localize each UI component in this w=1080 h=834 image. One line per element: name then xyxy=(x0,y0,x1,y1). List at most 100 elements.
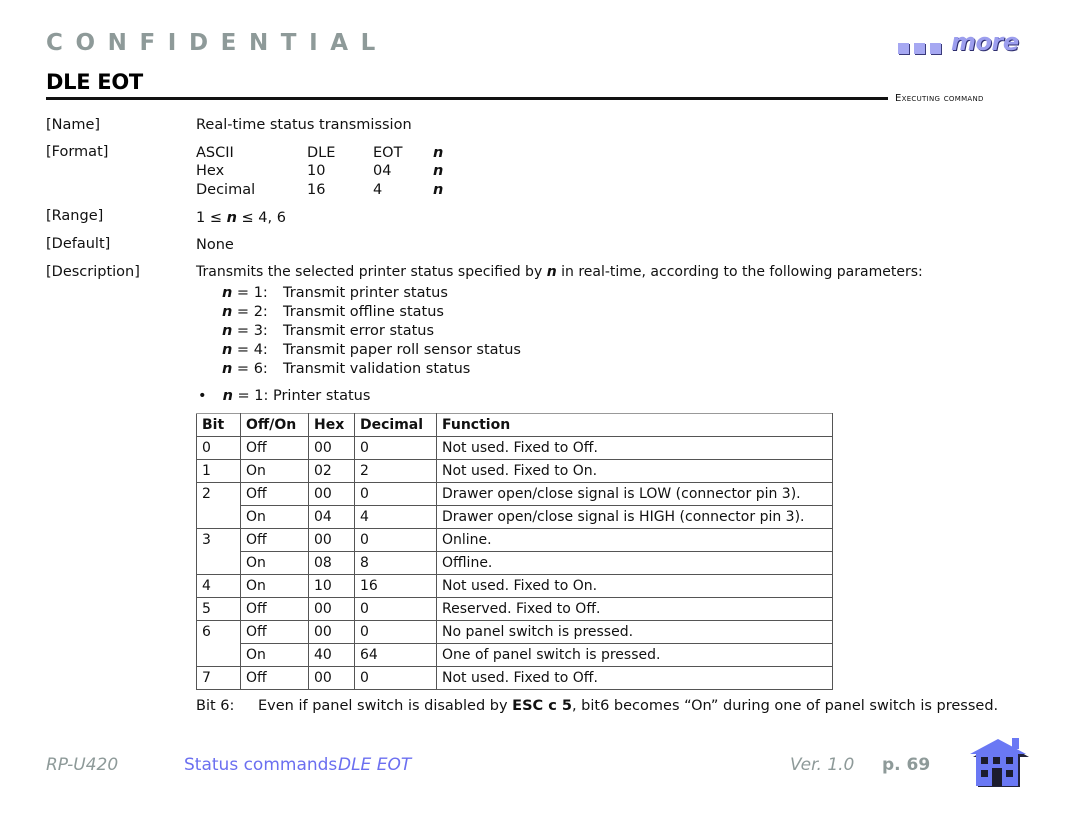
cell-state: Off xyxy=(240,620,309,644)
cell-state: On xyxy=(240,643,309,667)
name-value: Real-time status transmission xyxy=(196,117,412,133)
param-key: = 3: xyxy=(232,323,268,339)
cell-function: One of panel switch is pressed. xyxy=(436,643,833,667)
param-text: Transmit error status xyxy=(283,323,435,339)
cell-decimal: 64 xyxy=(354,643,437,667)
note-key: Bit 6: xyxy=(196,698,235,714)
param-item: n = 2: Transmit offline status xyxy=(222,304,444,320)
format-byte2: 4 xyxy=(373,182,383,198)
page-title: DLE EOT xyxy=(46,70,143,94)
cell-state: Off xyxy=(240,666,309,690)
cell-hex: 00 xyxy=(308,482,355,506)
param-key: = 2: xyxy=(232,304,268,320)
param-item: n = 1: Transmit printer status xyxy=(222,285,448,301)
param-item: n = 4: Transmit paper roll sensor status xyxy=(222,342,521,358)
range-post: ≤ 4, 6 xyxy=(236,210,286,226)
table-row: 5 Off 00 0 Reserved. Fixed to Off. xyxy=(196,597,833,621)
cell-hex: 00 xyxy=(308,666,355,690)
format-row-decimal: Decimal 16 4 n xyxy=(196,182,443,198)
param-n: n xyxy=(222,304,233,320)
printer-status-table: Bit Off/On Hex Decimal Function 0 Off 00… xyxy=(196,413,833,690)
param-text: Transmit paper roll sensor status xyxy=(283,342,521,358)
cell-hex: 00 xyxy=(308,528,355,552)
subsection-bullet: • n = 1: Printer status xyxy=(198,388,370,404)
home-icon[interactable] xyxy=(968,735,1030,789)
format-kind: ASCII xyxy=(196,145,234,161)
param-text: Transmit offline status xyxy=(283,304,444,320)
cell-function: Reserved. Fixed to Off. xyxy=(436,597,833,621)
table-row: 7 Off 00 0 Not used. Fixed to Off. xyxy=(196,666,833,690)
cell-state: On xyxy=(240,551,309,575)
table-row: 1 On 02 2 Not used. Fixed to On. xyxy=(196,459,833,483)
heading-divider xyxy=(46,97,888,100)
format-label: [Format] xyxy=(46,144,109,160)
bit6-note: Bit 6: Even if panel switch is disabled … xyxy=(196,698,998,714)
cell-decimal: 8 xyxy=(354,551,437,575)
cell-bit: 6 xyxy=(196,620,241,644)
column-header-bit: Bit xyxy=(196,413,241,437)
column-header-hex: Hex xyxy=(308,413,355,437)
default-value: None xyxy=(196,237,234,253)
cell-state: Off xyxy=(240,597,309,621)
cell-function: Drawer open/close signal is LOW (connect… xyxy=(436,482,833,506)
cell-decimal: 0 xyxy=(354,436,437,460)
format-byte1: 16 xyxy=(307,182,326,198)
cell-bit: 5 xyxy=(196,597,241,621)
cell-hex: 00 xyxy=(308,436,355,460)
param-key: = 1: xyxy=(232,285,268,301)
cell-bit: 2 xyxy=(196,482,241,506)
cell-hex: 04 xyxy=(308,505,355,529)
column-header-decimal: Decimal xyxy=(354,413,437,437)
range-n: n xyxy=(226,210,237,226)
range-label: [Range] xyxy=(46,208,104,224)
param-item: n = 6: Transmit validation status xyxy=(222,361,470,377)
cell-function: Not used. Fixed to Off. xyxy=(436,436,833,460)
cell-hex: 00 xyxy=(308,597,355,621)
status-commands-link[interactable]: Status commands xyxy=(184,755,337,775)
format-kind: Hex xyxy=(196,163,225,179)
footer-version: Ver. 1.0 xyxy=(790,755,855,775)
cell-decimal: 0 xyxy=(354,597,437,621)
format-byte1: DLE xyxy=(307,145,336,161)
description-label: [Description] xyxy=(46,264,140,280)
param-text: Transmit validation status xyxy=(283,361,471,377)
cell-decimal: 0 xyxy=(354,620,437,644)
format-row-ascii: ASCII DLE EOT n xyxy=(196,145,443,161)
table-row: On 40 64 One of panel switch is pressed. xyxy=(196,643,833,667)
square-bullet-icon xyxy=(898,43,909,54)
cell-state: On xyxy=(240,574,309,598)
cell-function: Not used. Fixed to Off. xyxy=(436,666,833,690)
format-kind: Decimal xyxy=(196,182,256,198)
param-n: n xyxy=(222,285,233,301)
section-tag-label: Executing command xyxy=(895,93,984,104)
format-byte2: 04 xyxy=(373,163,392,179)
cell-hex: 02 xyxy=(308,459,355,483)
more-link[interactable]: more xyxy=(898,30,1019,54)
bullet-icon: • xyxy=(198,388,207,404)
footer-page-number: p. 69 xyxy=(882,755,931,775)
cell-bit: 1 xyxy=(196,459,241,483)
table-row: 4 On 10 16 Not used. Fixed to On. xyxy=(196,574,833,598)
column-header-function: Function xyxy=(436,413,833,437)
cell-function: No panel switch is pressed. xyxy=(436,620,833,644)
name-label: [Name] xyxy=(46,117,101,133)
cell-bit: 0 xyxy=(196,436,241,460)
description-intro-text: Transmits the selected printer status sp… xyxy=(196,264,547,280)
table-header-row: Bit Off/On Hex Decimal Function xyxy=(196,413,833,437)
param-key: = 4: xyxy=(232,342,268,358)
bullet-text: = 1: Printer status xyxy=(232,388,371,404)
cell-bit xyxy=(196,505,241,529)
param-item: n = 3: Transmit error status xyxy=(222,323,434,339)
param-key: = 6: xyxy=(232,361,268,377)
cell-decimal: 4 xyxy=(354,505,437,529)
cell-state: On xyxy=(240,459,309,483)
description-intro-text: in real-time, according to the following… xyxy=(556,264,923,280)
param-n: n xyxy=(222,361,233,377)
note-command: ESC c 5 xyxy=(512,698,572,714)
format-param: n xyxy=(433,163,444,179)
description-n: n xyxy=(546,264,557,280)
cell-function: Not used. Fixed to On. xyxy=(436,459,833,483)
format-param: n xyxy=(433,182,444,198)
cell-decimal: 16 xyxy=(354,574,437,598)
dle-eot-link[interactable]: DLE EOT xyxy=(338,755,411,775)
